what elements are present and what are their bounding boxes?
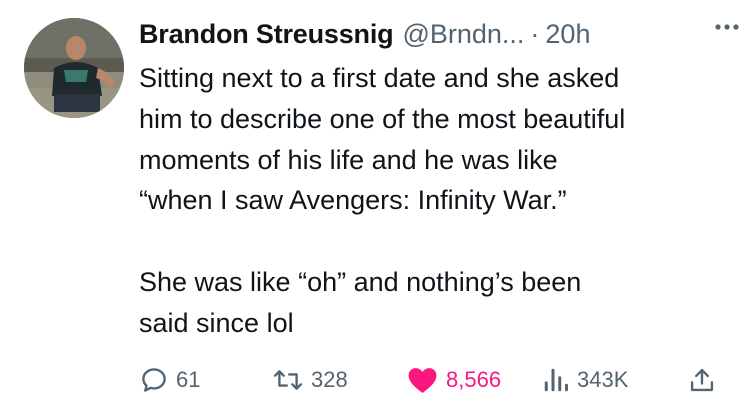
reply-button[interactable]: 61 bbox=[139, 360, 200, 400]
timestamp[interactable]: 20h bbox=[545, 19, 590, 50]
views-icon bbox=[544, 368, 568, 392]
like-button[interactable]: 8,566 bbox=[406, 360, 501, 400]
separator-dot: · bbox=[530, 18, 540, 49]
tweet-header: Brandon Streussnig @Brndn... · 20h bbox=[139, 12, 730, 56]
views-button[interactable]: 343K bbox=[542, 360, 628, 400]
like-count: 8,566 bbox=[446, 367, 502, 392]
reply-icon bbox=[142, 368, 166, 392]
share-button[interactable] bbox=[688, 360, 716, 400]
tweet-text: Sitting next to a first date and she ask… bbox=[139, 63, 626, 338]
author-handle[interactable]: @Brndn... bbox=[402, 19, 524, 50]
view-count: 343K bbox=[577, 367, 629, 392]
avatar[interactable] bbox=[24, 18, 124, 118]
heart-icon bbox=[408, 368, 437, 393]
avatar-photo bbox=[24, 18, 124, 118]
author-name[interactable]: Brandon Streussnig bbox=[139, 19, 394, 50]
more-horizontal-icon bbox=[715, 24, 739, 30]
retweet-button[interactable]: 328 bbox=[272, 360, 348, 400]
retweet-icon bbox=[273, 370, 303, 390]
reply-count: 61 bbox=[176, 367, 201, 392]
share-icon bbox=[690, 368, 714, 392]
more-button[interactable] bbox=[712, 12, 742, 42]
retweet-count: 328 bbox=[311, 367, 348, 392]
